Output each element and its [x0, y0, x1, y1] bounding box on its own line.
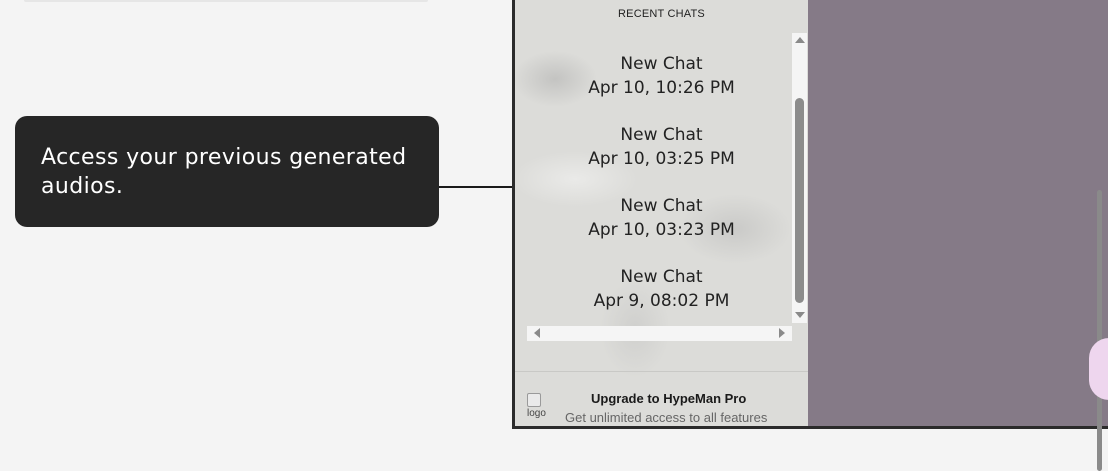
chat-date: Apr 10, 03:23 PM — [588, 220, 735, 240]
broken-image-icon — [527, 393, 541, 407]
scroll-down-icon[interactable] — [795, 312, 805, 318]
horizontal-scrollbar[interactable] — [527, 326, 792, 341]
scroll-right-icon[interactable] — [779, 328, 785, 338]
page-scrollbar[interactable] — [1097, 190, 1102, 471]
scroll-up-icon[interactable] — [795, 37, 805, 43]
scrollbar-thumb[interactable] — [795, 98, 804, 303]
upgrade-title[interactable]: Upgrade to HypeMan Pro — [591, 391, 746, 406]
chat-date: Apr 10, 10:26 PM — [588, 78, 735, 98]
upgrade-subtitle: Get unlimited access to all features — [565, 410, 768, 425]
sidebar-divider — [515, 371, 808, 372]
upgrade-logo-icon: logo — [527, 393, 547, 419]
chat-item[interactable]: New Chat Apr 10, 03:23 PM — [515, 194, 808, 265]
top-panel-edge — [24, 0, 428, 2]
app-preview-frame: RECENT CHATS New Chat Apr 10, 10:26 PM N… — [512, 0, 1108, 429]
recent-chats-list: New Chat Apr 10, 10:26 PM New Chat Apr 1… — [515, 52, 808, 336]
chat-name: New Chat — [620, 196, 703, 216]
chat-date: Apr 9, 08:02 PM — [593, 291, 730, 311]
vertical-scrollbar[interactable] — [792, 33, 807, 323]
recent-chats-heading: RECENT CHATS — [618, 8, 705, 20]
sidebar: RECENT CHATS New Chat Apr 10, 10:26 PM N… — [515, 0, 808, 426]
chat-bubble-button[interactable] — [1089, 338, 1108, 400]
chat-date: Apr 10, 03:25 PM — [588, 149, 735, 169]
chat-name: New Chat — [620, 125, 703, 145]
chat-item[interactable]: New Chat Apr 10, 03:25 PM — [515, 123, 808, 194]
scroll-left-icon[interactable] — [534, 328, 540, 338]
tooltip-text: Access your previous generated audios. — [41, 145, 407, 199]
chat-name: New Chat — [620, 54, 703, 74]
chat-item[interactable]: New Chat Apr 10, 10:26 PM — [515, 52, 808, 123]
onboarding-tooltip: Access your previous generated audios. — [15, 116, 439, 227]
chat-name: New Chat — [620, 267, 703, 287]
logo-alt-text: logo — [527, 408, 546, 419]
main-panel — [808, 0, 1108, 426]
